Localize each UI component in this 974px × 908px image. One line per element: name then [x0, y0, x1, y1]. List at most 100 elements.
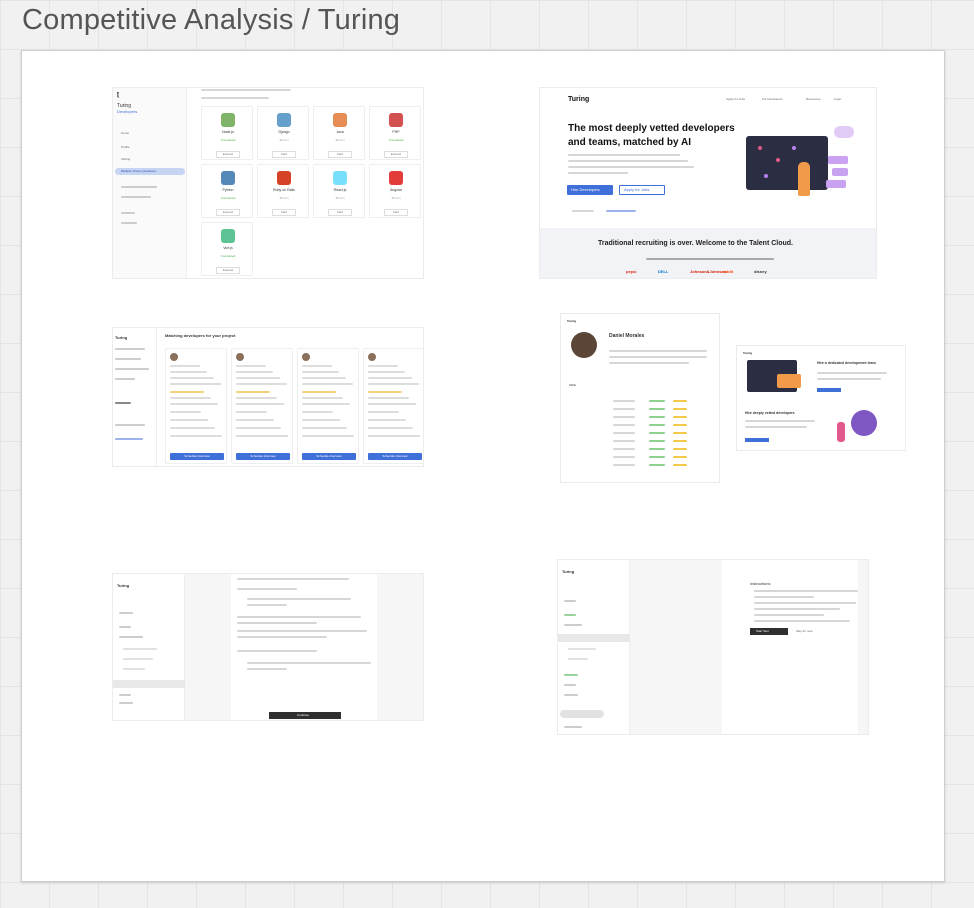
screenshot-landing-secondary[interactable]: Turing Hire a dedicated development team…: [736, 345, 906, 451]
skill-action-button[interactable]: Expand: [384, 151, 408, 158]
screenshot-test-page[interactable]: Turing Continue: [112, 573, 424, 721]
landing2-illustration-globe: [851, 410, 877, 436]
skill-row-label: [613, 432, 635, 434]
skill-row-label: [613, 440, 635, 442]
skill-action-button[interactable]: Expand: [216, 209, 240, 216]
sidebar-pill[interactable]: [560, 710, 604, 718]
instructions-heading: Instructions: [750, 581, 771, 586]
sidebar-line: [119, 626, 131, 628]
hero-illustration-person: [798, 162, 810, 196]
sidebar-line: [564, 600, 576, 602]
sidebar-item-active[interactable]: [558, 634, 630, 642]
card-text-line: [170, 427, 215, 429]
skill-row-bar: [649, 440, 665, 442]
screenshot-skills-dashboard[interactable]: ʈ Turing Developers Home Profile Vetting…: [112, 87, 424, 279]
card-text-line: [170, 403, 218, 405]
skill-row-label: [613, 408, 635, 410]
skill-action-button[interactable]: Start: [272, 151, 296, 158]
card-text-line: [302, 377, 346, 379]
sidebar-line: [123, 668, 145, 670]
skill-row-rating: [673, 408, 687, 410]
skill-card[interactable]: Python Completed Expand: [201, 164, 253, 218]
screenshot-developer-profile[interactable]: Turing Daniel Morales Skills: [560, 313, 720, 483]
skill-card[interactable]: Django 30 min Start: [257, 106, 309, 160]
talent-cloud-text: Traditional recruiting is over. Welcome …: [598, 240, 793, 247]
canvas-frame[interactable]: ʈ Turing Developers Home Profile Vetting…: [21, 50, 945, 882]
card-text-line: [170, 397, 211, 399]
test-text-line: [247, 604, 287, 606]
skill-name: Java: [336, 130, 344, 134]
test-text-line: [237, 650, 317, 652]
skill-action-button[interactable]: Start: [328, 209, 352, 216]
landing-nav-resources[interactable]: Resources: [806, 98, 820, 101]
client-logo: disney: [754, 269, 767, 274]
instructions-line: [754, 596, 814, 598]
skill-status: 30 min: [279, 138, 289, 142]
skip-label[interactable]: Skip for now: [796, 630, 813, 633]
avatar: [368, 353, 376, 361]
landing-nav-jobs[interactable]: Apply for Jobs: [726, 98, 745, 101]
client-logo: DELL: [658, 269, 669, 274]
landing2-line: [817, 372, 887, 374]
skill-action-button[interactable]: Expand: [216, 267, 240, 274]
schedule-interview-label: Schedule Interview: [250, 454, 276, 458]
developer-card[interactable]: Schedule Interview: [165, 348, 227, 464]
screenshot-landing-page[interactable]: Turing Apply for Jobs For Developers Res…: [539, 87, 877, 279]
skill-status: Completed: [220, 138, 236, 142]
skill-action-button[interactable]: Expand: [216, 151, 240, 158]
skill-row-rating: [673, 464, 687, 466]
skill-card[interactable]: Node.js Completed Expand: [201, 106, 253, 160]
landing2-button[interactable]: [745, 438, 769, 442]
card-text-line: [236, 397, 277, 399]
landing-paragraph-line: [568, 154, 680, 156]
sidebar-line: [564, 614, 576, 616]
screenshot-developer-matches[interactable]: Turing Matching developers for your proj…: [112, 327, 424, 467]
skill-row-label: [613, 416, 635, 418]
sidebar-item-profile[interactable]: Profile: [121, 146, 130, 149]
skill-card[interactable]: React.js 30 min Start: [313, 164, 365, 218]
avatar: [170, 353, 178, 361]
landing-link-line: [606, 210, 636, 212]
skill-status: 30 min: [335, 196, 345, 200]
skill-card[interactable]: Ruby on Rails 30 min Start: [257, 164, 309, 218]
skill-row-rating: [673, 448, 687, 450]
landing-nav-devs[interactable]: For Developers: [762, 98, 783, 101]
skill-row-bar: [649, 448, 665, 450]
skill-card[interactable]: Java 30 min Start: [313, 106, 365, 160]
developer-card[interactable]: Schedule Interview: [231, 348, 293, 464]
landing2-button[interactable]: [817, 388, 841, 392]
sidebar-item-home[interactable]: Home: [121, 132, 129, 135]
card-text-line: [302, 427, 347, 429]
sidebar-item-active[interactable]: [113, 680, 185, 688]
skill-row-bar: [649, 464, 665, 466]
skill-action-button[interactable]: Start: [328, 151, 352, 158]
landing-nav-login[interactable]: Login: [834, 98, 841, 101]
skill-action-button[interactable]: Start: [272, 209, 296, 216]
sidebar-line: [564, 694, 578, 696]
skill-card[interactable]: PHP Completed Expand: [369, 106, 421, 160]
screenshot-instructions-page[interactable]: Turing Instructions Start Test Skip for …: [557, 559, 869, 735]
developer-card[interactable]: Schedule Interview: [363, 348, 423, 464]
skill-row-bar: [649, 424, 665, 426]
landing2-line: [745, 426, 807, 428]
heading-line: [201, 89, 291, 91]
test-text-line: [237, 622, 317, 624]
card-text-line: [302, 419, 340, 421]
sidebar-item-mcq[interactable]: Multiple Choice Questions: [121, 170, 156, 173]
card-text-line: [368, 397, 409, 399]
developer-card[interactable]: Schedule Interview: [297, 348, 359, 464]
matches-heading: Matching developers for your project: [165, 333, 236, 338]
sidebar-item-vetting[interactable]: Vetting: [121, 158, 130, 161]
sidebar-line: [564, 684, 576, 686]
instructions-line: [754, 602, 856, 604]
skill-row-rating: [673, 416, 687, 418]
skill-card[interactable]: Vue.js Completed Expand: [201, 222, 253, 276]
illustration-node: [792, 146, 796, 150]
card-text-line: [368, 427, 413, 429]
skill-card[interactable]: Angular 30 min Start: [369, 164, 421, 218]
card-text-line: [368, 377, 412, 379]
test-text-line: [237, 630, 367, 632]
continue-label: Continue: [297, 713, 310, 717]
skill-action-button[interactable]: Start: [384, 209, 408, 216]
start-test-label: Start Test: [756, 629, 769, 633]
